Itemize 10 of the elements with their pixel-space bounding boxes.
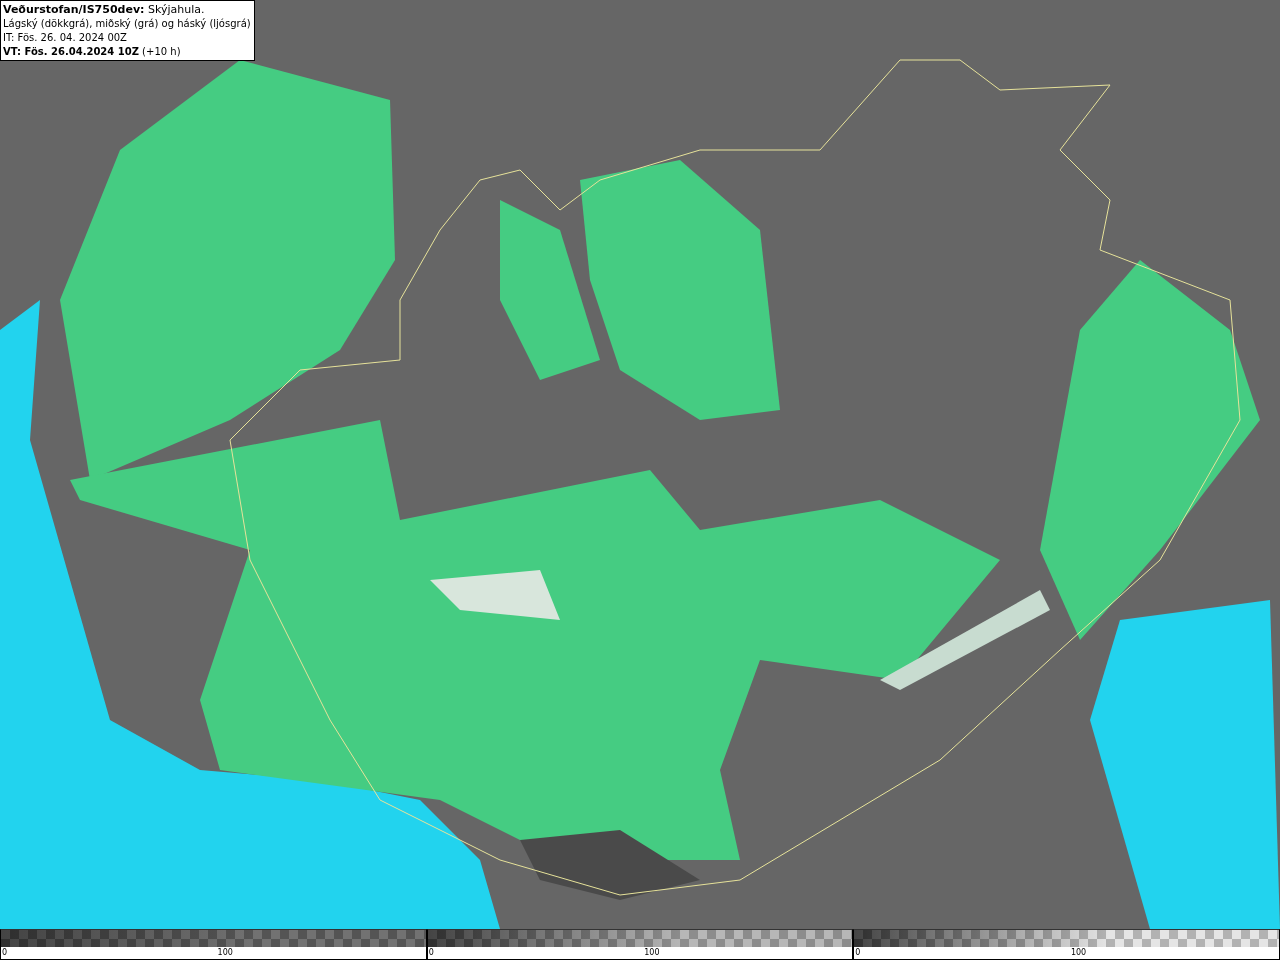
legend-text: Lágský (dökkgrá), miðský (grá) og háský (ljósgrá): [3, 17, 251, 31]
tick-label: 0: [428, 947, 434, 959]
tick-label: 0: [855, 947, 861, 959]
tick-label: 100: [217, 947, 233, 959]
legend-text: VT: Fös. 26.04.2024 10Z (+10 h): [3, 45, 182, 59]
legend-text: Veðurstofan/IS750dev: Skýjahula.: [3, 3, 206, 17]
tick-label: 100: [644, 947, 660, 959]
legend-text: IT: Fös. 26. 04. 2024 00Z: [3, 31, 128, 45]
tick-label: 100: [1070, 947, 1087, 959]
tick-label: 0: [2, 947, 8, 959]
